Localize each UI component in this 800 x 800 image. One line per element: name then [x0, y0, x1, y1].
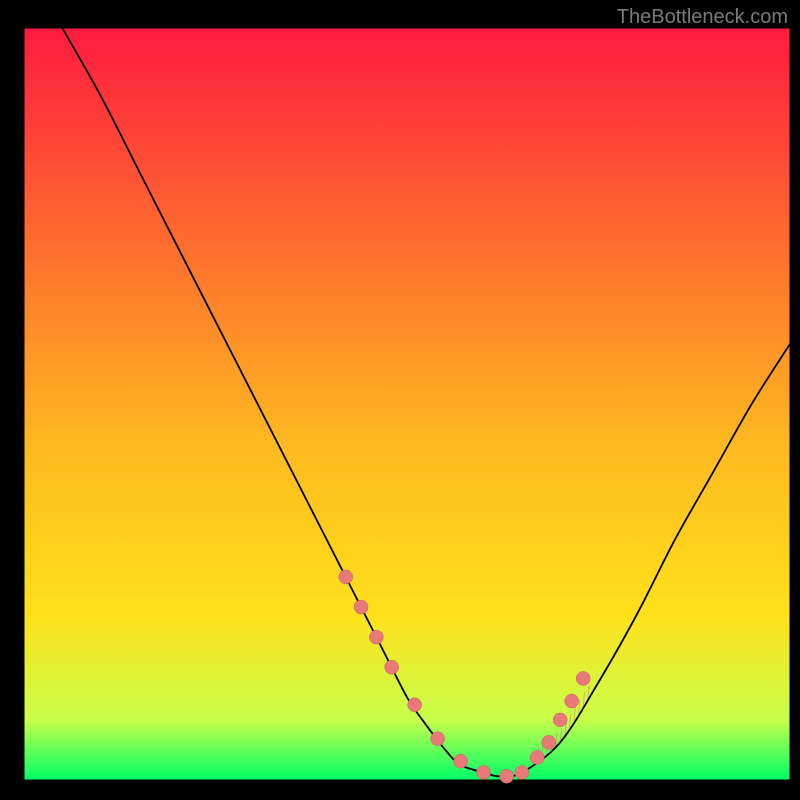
- marker-dot: [354, 600, 368, 614]
- chart-container: TheBottleneck.com: [0, 0, 800, 800]
- marker-dot: [477, 765, 491, 779]
- marker-dot: [542, 735, 556, 749]
- marker-dot: [576, 671, 590, 685]
- plot-background: [24, 28, 790, 780]
- marker-dot: [339, 570, 353, 584]
- marker-dot: [565, 694, 579, 708]
- marker-dot: [431, 732, 445, 746]
- bottleneck-chart: [0, 0, 800, 800]
- marker-dot: [369, 630, 383, 644]
- marker-dot: [408, 698, 422, 712]
- marker-dot: [553, 713, 567, 727]
- marker-dot: [500, 769, 514, 783]
- marker-dot: [530, 750, 544, 764]
- marker-dot: [454, 754, 468, 768]
- marker-dot: [515, 765, 529, 779]
- marker-dot: [385, 660, 399, 674]
